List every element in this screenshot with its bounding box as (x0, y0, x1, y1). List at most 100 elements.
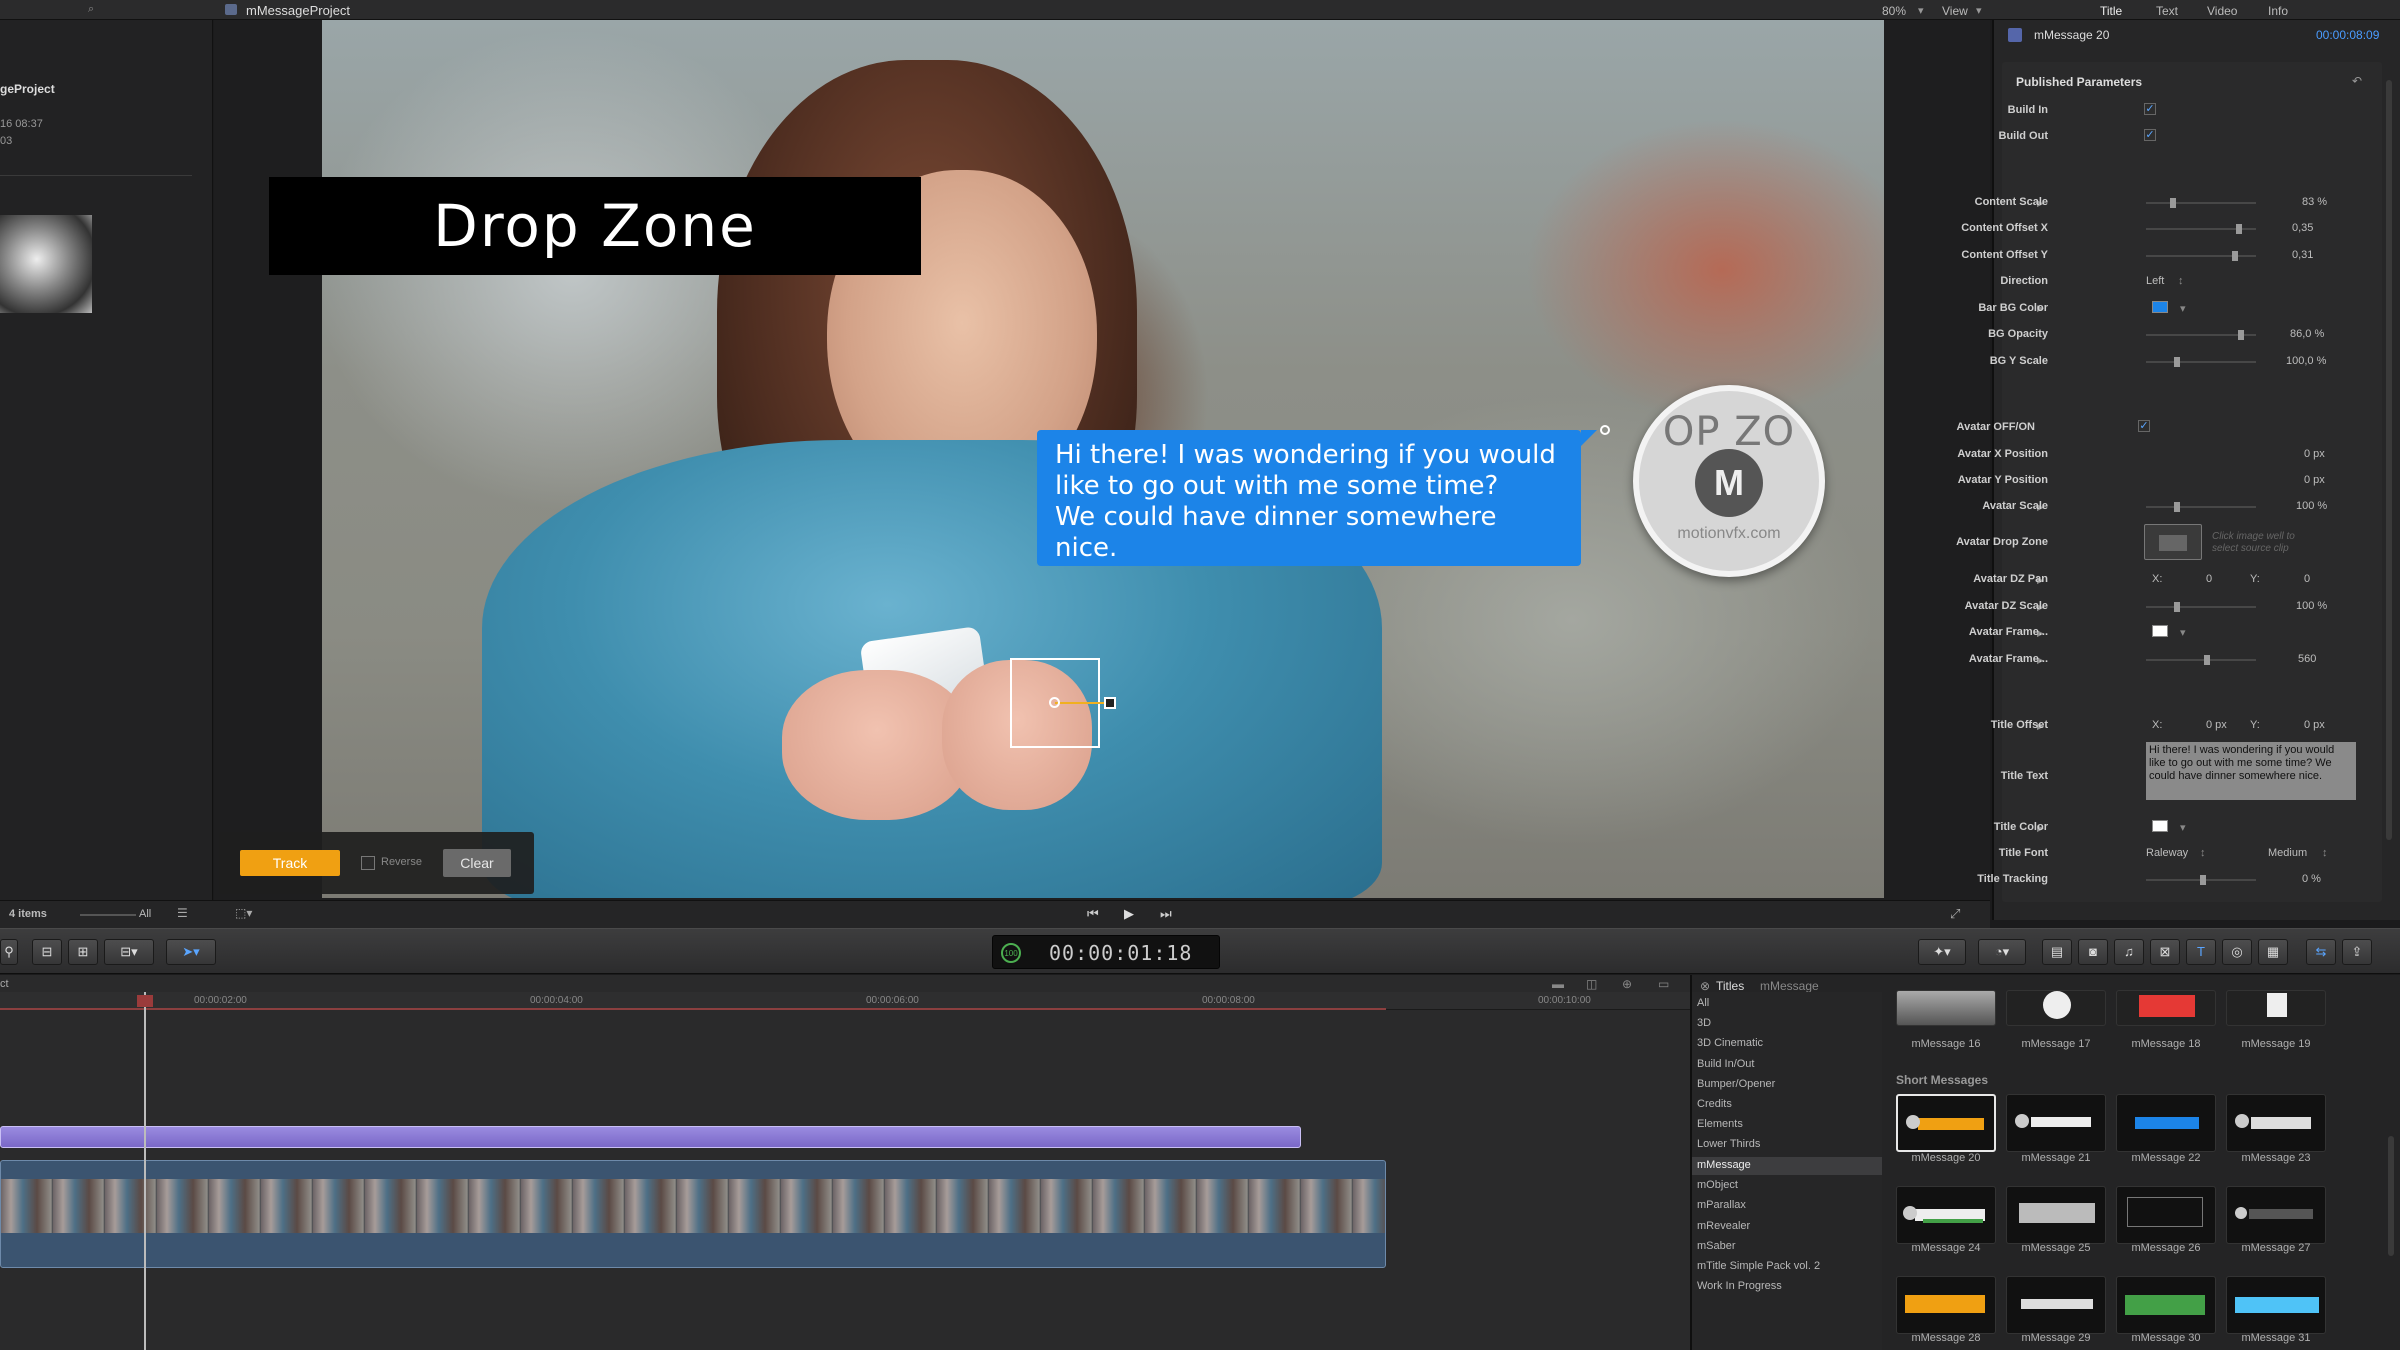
content-scale-value[interactable]: 83 % (2302, 196, 2327, 208)
event-browser-icon[interactable]: ⇆ (2306, 939, 2336, 965)
inspector-scrollbar[interactable] (2386, 80, 2392, 840)
avatar-scale-slider[interactable] (2146, 502, 2256, 512)
connect-clip-icon[interactable]: ⊟ (32, 939, 62, 965)
category-item[interactable]: mTitle Simple Pack vol. 2 (1697, 1260, 1820, 1272)
category-item[interactable]: Credits (1697, 1098, 1732, 1110)
title-thumbnail[interactable] (2006, 1094, 2106, 1152)
dz-pan-y-value[interactable]: 0 (2304, 573, 2310, 585)
bg-opacity-value[interactable]: 86,0 % (2290, 328, 2324, 340)
title-thumbnail[interactable] (1896, 1276, 1996, 1334)
direction-popup[interactable]: Left (2146, 275, 2164, 287)
content-offset-y-slider[interactable] (2146, 251, 2256, 261)
clip-appearance-icon[interactable]: ▭ (1658, 977, 1669, 991)
themes-icon[interactable]: ▦ (2258, 939, 2288, 965)
retime-icon[interactable]: ◔▾ (1978, 939, 2026, 965)
title-thumbnail[interactable] (2226, 1186, 2326, 1244)
avatar-onoff-checkbox[interactable]: ✓ (2138, 420, 2150, 432)
title-thumbnail[interactable] (2226, 990, 2326, 1026)
title-thumbnail[interactable] (1896, 990, 1996, 1026)
build-in-checkbox[interactable]: ✓ (2144, 103, 2156, 115)
bg-y-scale-slider[interactable] (2146, 357, 2256, 367)
category-item[interactable]: Work In Progress (1697, 1280, 1782, 1292)
close-icon[interactable]: ⊗ (1700, 979, 1710, 993)
avatar-scale-value[interactable]: 100 % (2296, 500, 2327, 512)
title-thumbnail[interactable] (2116, 990, 2216, 1026)
dropzone-title-bar[interactable]: Drop Zone (269, 177, 921, 275)
popup-arrows-icon[interactable]: ↕ (2178, 275, 2184, 287)
category-item[interactable]: mRevealer (1697, 1220, 1750, 1232)
playhead[interactable] (144, 992, 146, 1350)
search-icon[interactable]: ⌕ (88, 3, 94, 16)
title-thumbnail[interactable] (2006, 1276, 2106, 1334)
content-scale-slider[interactable] (2146, 198, 2256, 208)
avatar-dz-scale-value[interactable]: 100 % (2296, 600, 2327, 612)
titles-browser-icon[interactable]: T (2186, 939, 2216, 965)
photo-browser-icon[interactable]: ◙ (2078, 939, 2108, 965)
avatar-y-value[interactable]: 0 px (2304, 474, 2325, 486)
avatar-circle[interactable]: OP ZO M motionvfx.com (1633, 385, 1825, 577)
bg-y-scale-value[interactable]: 100,0 % (2286, 355, 2326, 367)
title-thumbnail[interactable] (2116, 1276, 2216, 1334)
title-tracking-slider[interactable] (2146, 875, 2256, 885)
title-tracking-value[interactable]: 0 % (2302, 873, 2321, 885)
insert-clip-icon[interactable]: ⊞ (68, 939, 98, 965)
title-clip[interactable] (0, 1126, 1301, 1148)
skip-forward-icon[interactable]: ⏭ (1160, 906, 1172, 922)
project-thumbnail[interactable] (0, 215, 92, 313)
bg-opacity-slider[interactable] (2146, 330, 2256, 340)
title-thumbnail[interactable] (2116, 1186, 2216, 1244)
content-offset-y-value[interactable]: 0,31 (2292, 249, 2313, 261)
category-item[interactable]: All (1697, 997, 1709, 1009)
tab-title[interactable]: Title (2100, 4, 2122, 18)
view-menu[interactable]: View (1942, 4, 1968, 18)
content-offset-x-value[interactable]: 0,35 (2292, 222, 2313, 234)
transform-icon[interactable]: ⬚▾ (235, 906, 252, 920)
title-font-weight-popup[interactable]: Medium (2268, 847, 2307, 859)
title-thumbnail[interactable] (2006, 990, 2106, 1026)
fullscreen-icon[interactable]: ⤢ (1950, 906, 1960, 922)
title-thumbnail[interactable] (2116, 1094, 2216, 1152)
content-offset-x-slider[interactable] (2146, 224, 2256, 234)
category-item[interactable]: Elements (1697, 1118, 1743, 1130)
library-project-name[interactable]: geProject (0, 82, 55, 96)
append-clip-icon[interactable]: ⊟▾ (104, 939, 154, 965)
category-item[interactable]: mParallax (1697, 1199, 1746, 1211)
snapping-icon[interactable]: ⊕ (1622, 977, 1632, 991)
category-item[interactable]: Bumper/Opener (1697, 1078, 1775, 1090)
dz-pan-x-value[interactable]: 0 (2206, 573, 2212, 585)
category-item[interactable]: Lower Thirds (1697, 1138, 1760, 1150)
browser-scrollbar[interactable] (2388, 1136, 2394, 1256)
bubble-handle[interactable] (1600, 425, 1610, 435)
title-thumbnail[interactable] (2226, 1094, 2326, 1152)
avatar-frame-size-slider[interactable] (2146, 655, 2256, 665)
timecode-display[interactable]: 100 00:00:01:18 (992, 935, 1220, 969)
track-button[interactable]: Track (240, 850, 340, 876)
popup-arrows-icon[interactable]: ↕ (2322, 847, 2328, 859)
title-thumbnail[interactable] (2006, 1186, 2106, 1244)
avatar-frame-color-well[interactable] (2152, 625, 2168, 637)
title-thumbnail[interactable] (2226, 1276, 2326, 1334)
music-browser-icon[interactable]: ♫ (2114, 939, 2144, 965)
reset-icon[interactable]: ↶ (2352, 74, 2362, 88)
tab-video[interactable]: Video (2207, 4, 2237, 18)
reverse-checkbox[interactable] (361, 856, 375, 870)
avatar-dz-scale-slider[interactable] (2146, 602, 2256, 612)
chevron-down-icon[interactable]: ▾ (2180, 821, 2186, 834)
chevron-down-icon[interactable]: ▾ (2180, 302, 2186, 315)
title-font-popup[interactable]: Raleway (2146, 847, 2188, 859)
title-thumbnail-selected[interactable] (1896, 1094, 1996, 1152)
chevron-down-icon[interactable]: ▾ (2180, 626, 2186, 639)
onscreen-control-handle[interactable] (1104, 697, 1116, 709)
title-offset-y-value[interactable]: 0 px (2304, 719, 2325, 731)
bar-bg-color-well[interactable] (2152, 301, 2168, 313)
title-offset-x-value[interactable]: 0 px (2206, 719, 2227, 731)
chevron-down-icon[interactable]: ▾ (1918, 4, 1924, 17)
avatar-x-value[interactable]: 0 px (2304, 448, 2325, 460)
audio-skimming-icon[interactable]: ▬ (1552, 977, 1564, 991)
enhance-icon[interactable]: ✦▾ (1918, 939, 1966, 965)
skip-back-icon[interactable]: ⏮ (1087, 906, 1099, 922)
clear-button[interactable]: Clear (443, 849, 511, 877)
thumbnail-size-slider[interactable] (80, 914, 136, 916)
category-item[interactable]: 3D (1697, 1017, 1711, 1029)
build-out-checkbox[interactable]: ✓ (2144, 129, 2156, 141)
